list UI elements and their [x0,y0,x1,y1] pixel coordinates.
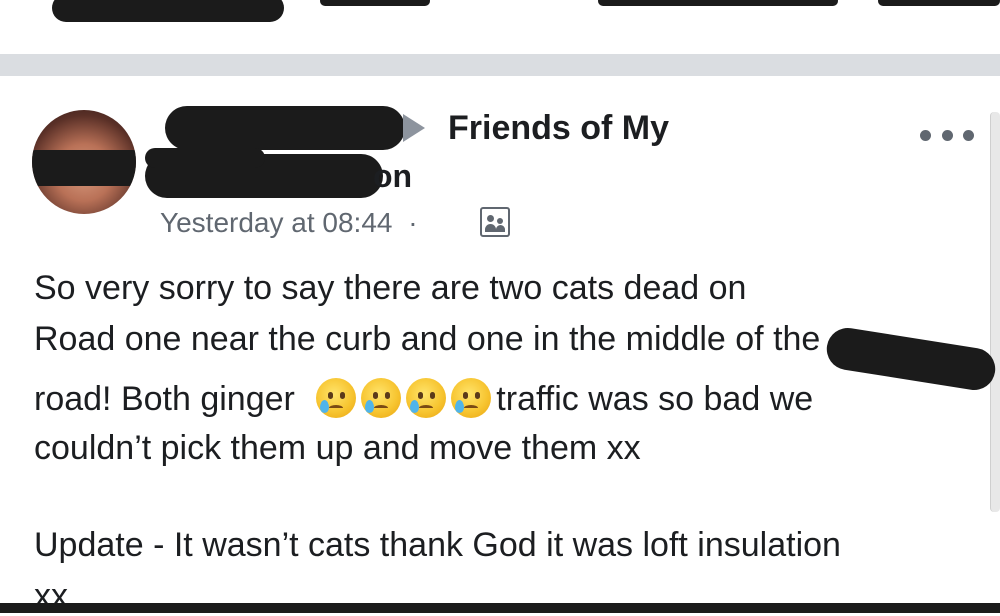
post-text-line-with-emojis: road! Both ginger traffic was so bad we [34,378,813,419]
crying-face-emoji-icon [451,378,492,418]
post-text-fragment: road! Both ginger [34,380,295,418]
post-meta: Yesterday at 08:44 · [160,207,418,239]
shared-to-arrow-icon [403,114,425,142]
bottom-edge [0,603,1000,613]
top-navigation-strip [0,0,1000,54]
redaction-mark [145,148,265,168]
post-timestamp[interactable]: Yesterday at 08:44 [160,207,392,238]
cropped-nav-item[interactable] [598,0,838,6]
crying-face-emoji-icon [361,378,402,418]
redaction-mark [52,0,284,22]
meta-separator: · [408,207,418,238]
avatar[interactable] [32,110,136,214]
post-text-line: Road one near the curb and one in the mi… [34,320,821,358]
post-text-fragment: traffic was so bad we [496,380,814,418]
feed-divider [0,54,1000,76]
crying-face-emoji-icon [406,378,447,418]
cropped-nav-item[interactable] [878,0,1000,6]
redaction-mark [823,324,999,394]
post-text-line: couldn’t pick them up and move them xx [34,429,641,467]
redaction-mark [32,150,136,186]
crying-face-emoji-icon [316,378,357,418]
post-update-line: Update - It wasn’t cats thank God it was… [34,526,841,564]
scrollbar[interactable] [990,112,1000,512]
cropped-nav-item[interactable] [320,0,430,6]
redaction-mark [165,106,405,150]
post-text-line: So very sorry to say there are two cats … [34,269,747,307]
group-name-link[interactable]: Friends of My [448,109,669,148]
group-name-link-continued[interactable]: on [373,158,412,195]
group-members-icon[interactable] [480,207,510,237]
more-options-icon[interactable] [920,128,974,142]
group-post: Friends of My on Yesterday at 08:44 · So… [0,76,1000,615]
